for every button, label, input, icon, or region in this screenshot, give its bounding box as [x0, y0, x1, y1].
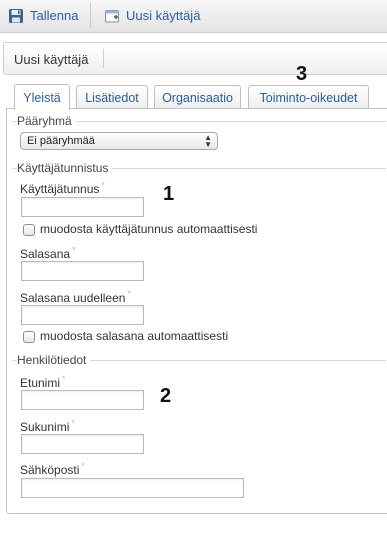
toolbar: Tallenna Uusi käyttäjä [0, 0, 387, 33]
tab-general[interactable]: Yleistä [14, 84, 70, 110]
select-arrows-icon: ▲ ▼ [204, 133, 212, 149]
new-user-button-label: Uusi käyttäjä [126, 8, 201, 23]
email-field[interactable] [21, 478, 244, 498]
new-document-icon [104, 8, 120, 24]
section-legend-personal: Henkilötiedot [17, 353, 91, 367]
auto-username-label: muodosta käyttäjätunnus automaattisesti [40, 222, 258, 236]
tab-additional-info[interactable]: Lisätiedot [76, 85, 148, 109]
section-legend-main-group: Pääryhmä [17, 114, 76, 128]
password-again-label: Salasana uudelleen * [20, 289, 131, 305]
annotation-1: 1 [163, 183, 175, 205]
password-field[interactable] [21, 261, 144, 281]
section-legend-credentials: Käyttäjätunnistus [17, 161, 113, 175]
annotation-2: 2 [160, 385, 172, 407]
title-bar: Uusi käyttäjä [3, 42, 387, 75]
email-label: Sähköposti * [20, 461, 85, 477]
new-user-button[interactable]: Uusi käyttäjä [98, 2, 206, 29]
title-divider [103, 49, 104, 68]
lastname-field[interactable] [21, 434, 144, 454]
auto-password-label: muodosta salasana automaattisesti [40, 329, 229, 343]
tab-organization[interactable]: Organisaatio [154, 85, 241, 109]
save-button[interactable]: Tallenna [2, 2, 84, 29]
username-label: Käyttäjätunnus * [20, 180, 105, 196]
save-button-label: Tallenna [30, 8, 79, 23]
main-group-select[interactable]: Ei pääryhmää ▲ ▼ [20, 132, 218, 150]
firstname-field[interactable] [21, 390, 144, 410]
username-field[interactable] [21, 197, 144, 217]
lastname-label: Sukunimi * [20, 418, 75, 434]
password-label: Salasana * [20, 245, 76, 261]
password-again-field[interactable] [21, 305, 144, 325]
page-title: Uusi käyttäjä [14, 52, 89, 67]
auto-password-checkbox[interactable] [23, 331, 35, 343]
annotation-3: 3 [296, 63, 308, 85]
auto-username-checkbox[interactable] [23, 224, 35, 236]
floppy-disk-icon [8, 8, 24, 24]
main-group-select-value: Ei pääryhmää [27, 135, 95, 147]
toolbar-divider [90, 3, 91, 28]
tab-permissions[interactable]: Toiminto-oikeudet [248, 85, 369, 109]
firstname-label: Etunimi * [20, 374, 66, 390]
